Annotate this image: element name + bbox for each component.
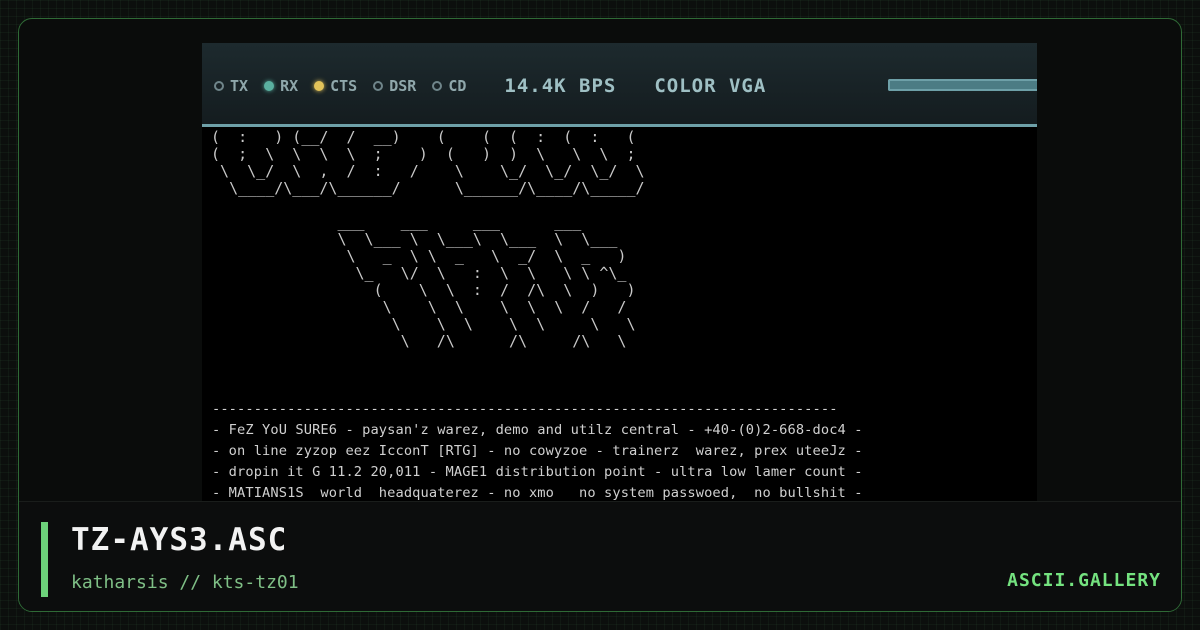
indicator-label: TX	[230, 77, 249, 95]
modem-status-bar: TX RX CTS DSR CD 14.4K BPS COLOR VGA	[202, 43, 1037, 127]
transfer-progress-fill	[890, 81, 1037, 89]
indicator-dsr: DSR	[373, 77, 416, 95]
indicator-label: CTS	[330, 77, 358, 95]
card-footer: TZ-AYS3.ASC katharsis // kts-tz01 ASCII.…	[19, 501, 1181, 611]
cts-led-icon	[314, 81, 325, 91]
gallery-card: TX RX CTS DSR CD 14.4K BPS COLOR VGA (:…	[18, 18, 1182, 612]
cd-led-icon	[432, 81, 443, 91]
artist-credit[interactable]: katharsis // kts-tz01	[71, 572, 299, 593]
indicator-cts: CTS	[314, 77, 357, 95]
artwork-filename[interactable]: TZ-AYS3.ASC	[71, 522, 287, 558]
indicator-tx: TX	[214, 77, 248, 95]
site-brand-link[interactable]: ASCII.GALLERY	[1007, 570, 1161, 591]
transfer-progress-bar	[888, 79, 1037, 91]
indicator-cd: CD	[432, 77, 466, 95]
accent-bar	[41, 522, 48, 597]
indicator-label: DSR	[389, 77, 417, 95]
ascii-logo-art: ( : ) (__/ / __) ( ( ( : ( : ( ( ; \ \ \…	[211, 129, 645, 350]
dsr-led-icon	[373, 81, 384, 91]
rx-led-icon	[264, 81, 275, 91]
terminal-screen: TX RX CTS DSR CD 14.4K BPS COLOR VGA (:…	[202, 43, 1037, 519]
indicator-label: CD	[448, 77, 467, 95]
display-mode-readout: COLOR VGA	[654, 75, 767, 97]
speed-readout: 14.4K BPS	[504, 75, 617, 97]
indicator-label: RX	[280, 77, 299, 95]
indicator-rx: RX	[264, 77, 298, 95]
status-items: TX RX CTS DSR CD 14.4K BPS COLOR VGA	[214, 74, 766, 98]
tx-led-icon	[214, 81, 224, 91]
